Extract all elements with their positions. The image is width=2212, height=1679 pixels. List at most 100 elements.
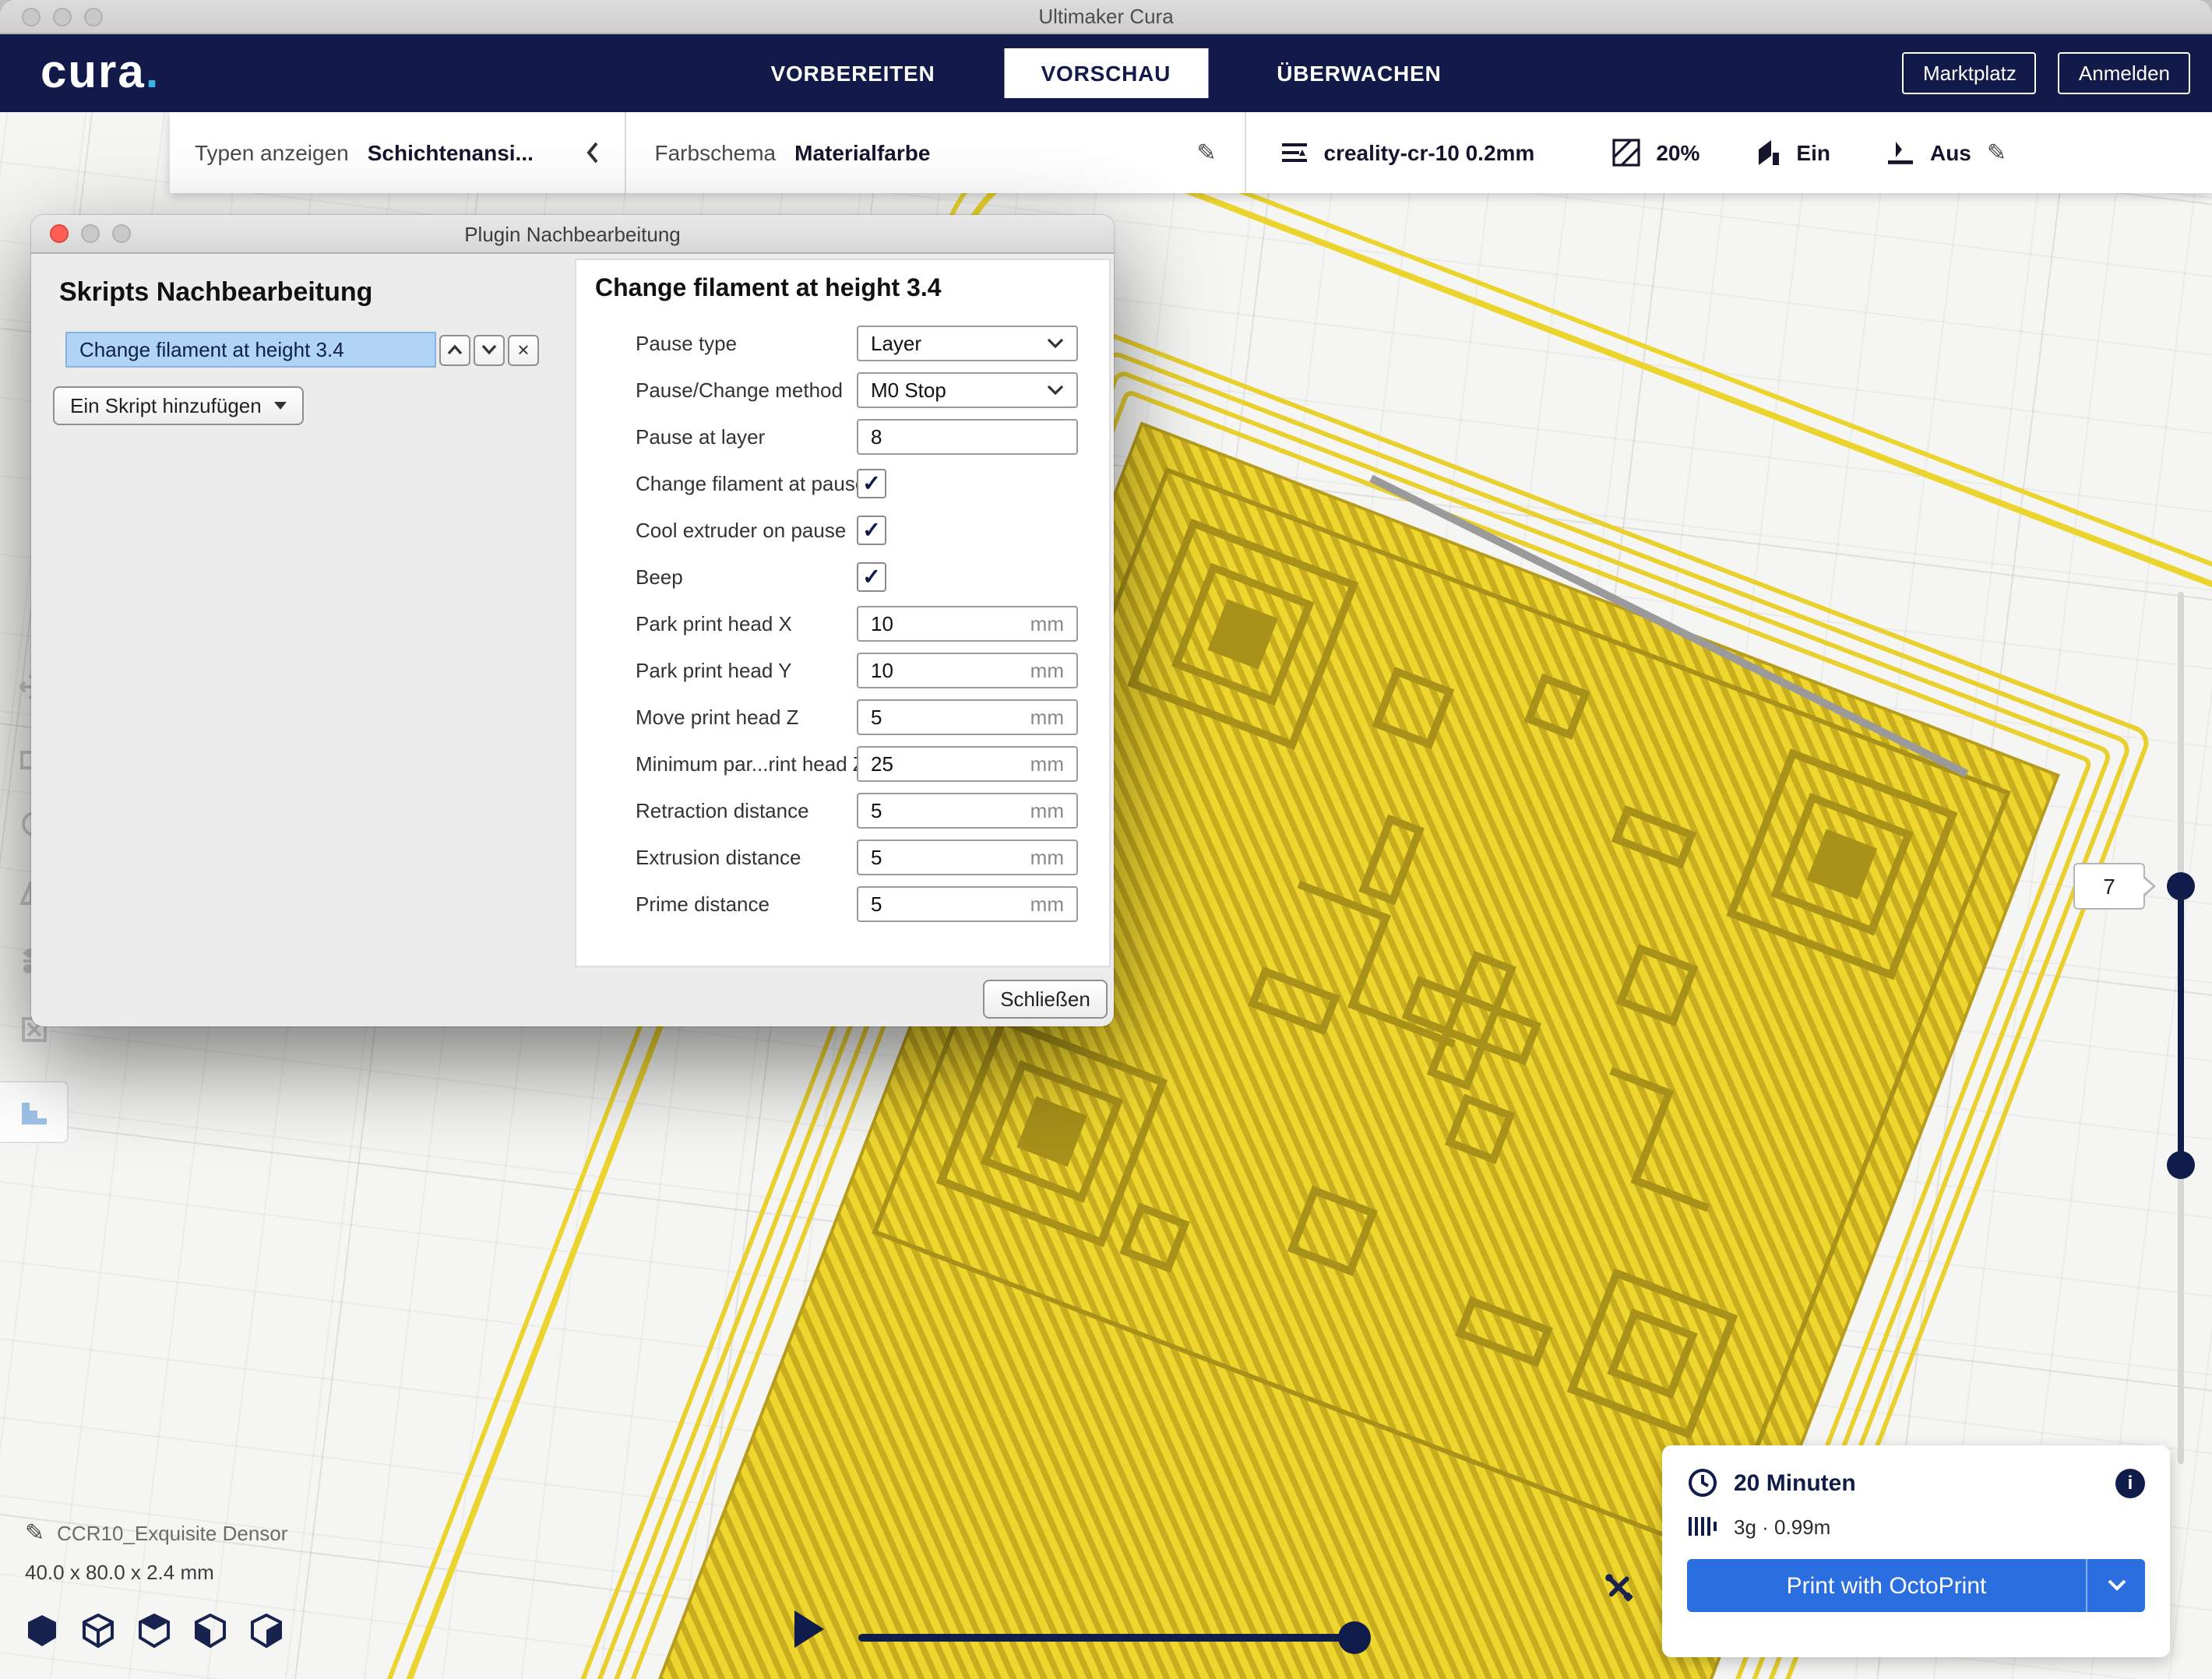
field-label: Retraction distance	[636, 798, 857, 822]
print-with-octoprint-button[interactable]: Print with OctoPrint	[1687, 1559, 2145, 1612]
view-3d-icon[interactable]	[25, 1614, 59, 1648]
clock-icon	[1687, 1467, 1718, 1498]
chevron-down-icon	[1047, 384, 1064, 395]
tab-prepare[interactable]: VORBEREITEN	[762, 48, 945, 98]
chevron-down-icon	[1047, 337, 1064, 348]
collapsed-panel[interactable]	[0, 1081, 69, 1143]
camera-view-buttons	[25, 1614, 284, 1648]
field-label: Pause type	[636, 331, 857, 354]
field-label: Extrusion distance	[636, 845, 857, 868]
header-actions: Marktplatz Anmelden	[1903, 52, 2190, 94]
adhesion-value: Aus	[1930, 140, 1971, 165]
material-icon	[1687, 1514, 1718, 1539]
park-head-x-input[interactable]: 10mm	[857, 605, 1078, 641]
field-row: Pause type Layer	[576, 319, 1109, 366]
support-value: Ein	[1796, 140, 1830, 165]
pause-method-select[interactable]: M0 Stop	[857, 371, 1078, 407]
color-scheme-selector[interactable]: Farbschema Materialfarbe ✎	[627, 112, 1245, 193]
layer-slider-upper-handle[interactable]	[2167, 872, 2195, 900]
move-script-down-button[interactable]	[474, 334, 505, 365]
field-label: Move print head Z	[636, 705, 857, 728]
add-script-button[interactable]: Ein Skript hinzufügen	[53, 386, 304, 425]
field-label: Pause/Change method	[636, 378, 857, 401]
view-type-selector[interactable]: Typen anzeigen Schichtenansi...	[170, 112, 625, 193]
field-row: Extrusion distance 5mm	[576, 833, 1109, 880]
tab-monitor[interactable]: ÜBERWACHEN	[1267, 48, 1450, 98]
print-settings-summary[interactable]: creality-cr-10 0.2mm 20% Ein Aus ✎	[1246, 112, 2212, 193]
field-label: Change filament at pause	[636, 471, 857, 495]
support-icon	[1756, 139, 1781, 167]
caret-down-icon	[274, 402, 287, 410]
field-label: Pause at layer	[636, 424, 857, 448]
layer-steps-icon	[16, 1095, 51, 1129]
close-dialog-button[interactable]: Schließen	[983, 980, 1108, 1019]
marketplace-button[interactable]: Marktplatz	[1903, 52, 2037, 94]
change-filament-checkbox[interactable]	[857, 468, 886, 498]
view-top-icon[interactable]	[137, 1614, 171, 1648]
field-label: Prime distance	[636, 892, 857, 915]
field-row: Move print head Z 5mm	[576, 693, 1109, 740]
app-header: cura. VORBEREITEN VORSCHAU ÜBERWACHEN Ma…	[0, 34, 2212, 112]
layer-slider-lower-handle[interactable]	[2167, 1151, 2195, 1179]
print-time: 20 Minuten	[1734, 1470, 1856, 1496]
model-dimensions: 40.0 x 80.0 x 2.4 mm	[25, 1561, 287, 1584]
extrusion-distance-input[interactable]: 5mm	[857, 839, 1078, 875]
field-row: Change filament at pause	[576, 459, 1109, 506]
preview-toolbar: Typen anzeigen Schichtenansi... Farbsche…	[170, 112, 2212, 193]
print-options-dropdown[interactable]	[2086, 1559, 2145, 1612]
pause-type-select[interactable]: Layer	[857, 325, 1078, 361]
move-head-z-input[interactable]: 5mm	[857, 699, 1078, 734]
playback-slider-handle[interactable]	[1338, 1621, 1371, 1654]
field-row: Prime distance 5mm	[576, 880, 1109, 927]
minimum-head-z-input[interactable]: 25mm	[857, 745, 1078, 781]
retraction-distance-input[interactable]: 5mm	[857, 792, 1078, 828]
cura-logo: cura.	[41, 47, 160, 100]
cool-extruder-checkbox[interactable]	[857, 515, 886, 544]
profile-layers-icon	[1280, 140, 1309, 165]
move-script-up-button[interactable]	[439, 334, 470, 365]
sign-in-button[interactable]: Anmelden	[2059, 52, 2190, 94]
playback-slider-track[interactable]	[858, 1634, 1366, 1642]
view-type-label: Typen anzeigen	[195, 140, 349, 165]
field-row: Park print head Y 10mm	[576, 646, 1109, 693]
field-row: Cool extruder on pause	[576, 506, 1109, 553]
macos-titlebar: Ultimaker Cura	[0, 0, 2212, 34]
pause-at-layer-input[interactable]: 8	[857, 418, 1078, 454]
remove-script-button[interactable]: ×	[508, 334, 539, 365]
chevron-left-icon[interactable]	[586, 142, 601, 164]
view-type-value: Schichtenansi...	[368, 140, 534, 165]
infill-value: 20%	[1656, 140, 1700, 165]
view-right-icon[interactable]	[249, 1614, 284, 1648]
app-window: Ultimaker Cura cura. VORBEREITEN VORSCHA…	[0, 0, 2212, 1679]
model-name: CCR10_Exquisite Densor	[57, 1521, 287, 1544]
tab-preview[interactable]: VORSCHAU	[1004, 48, 1209, 98]
park-head-y-input[interactable]: 10mm	[857, 652, 1078, 688]
beep-checkbox[interactable]	[857, 561, 886, 591]
edit-print-settings-icon[interactable]: ✎	[1987, 139, 2006, 167]
stage-tabs: VORBEREITEN VORSCHAU ÜBERWACHEN	[762, 34, 1451, 112]
play-button[interactable]	[794, 1610, 824, 1648]
infill-icon	[1612, 139, 1640, 167]
color-scheme-value: Materialfarbe	[794, 140, 930, 165]
script-list-item-selected[interactable]: Change filament at height 3.4	[65, 332, 436, 368]
dialog-titlebar[interactable]: Plugin Nachbearbeitung	[31, 215, 1114, 254]
prime-distance-input[interactable]: 5mm	[857, 885, 1078, 921]
script-list: Change filament at height 3.4 ×	[65, 332, 539, 368]
rename-model-icon[interactable]: ✎	[25, 1519, 44, 1547]
field-label: Beep	[636, 565, 857, 588]
chevron-down-icon	[481, 344, 497, 355]
field-row: Pause/Change method M0 Stop	[576, 366, 1109, 413]
view-front-icon[interactable]	[81, 1614, 115, 1648]
field-row: Park print head X 10mm	[576, 600, 1109, 646]
color-scheme-label: Farbschema	[655, 140, 777, 165]
post-processing-dialog: Plugin Nachbearbeitung Skripts Nachbearb…	[31, 215, 1114, 1026]
chevron-down-icon	[2107, 1579, 2126, 1592]
dialog-title: Plugin Nachbearbeitung	[31, 215, 1114, 254]
tools-icon[interactable]	[1601, 1570, 1636, 1604]
info-icon[interactable]: i	[2115, 1468, 2145, 1498]
edit-color-scheme-icon[interactable]: ✎	[1196, 139, 1216, 167]
view-left-icon[interactable]	[193, 1614, 227, 1648]
field-label: Minimum par...rint head Z	[636, 752, 857, 775]
layer-slider-range[interactable]	[2178, 886, 2184, 1165]
chevron-up-icon	[447, 344, 463, 355]
